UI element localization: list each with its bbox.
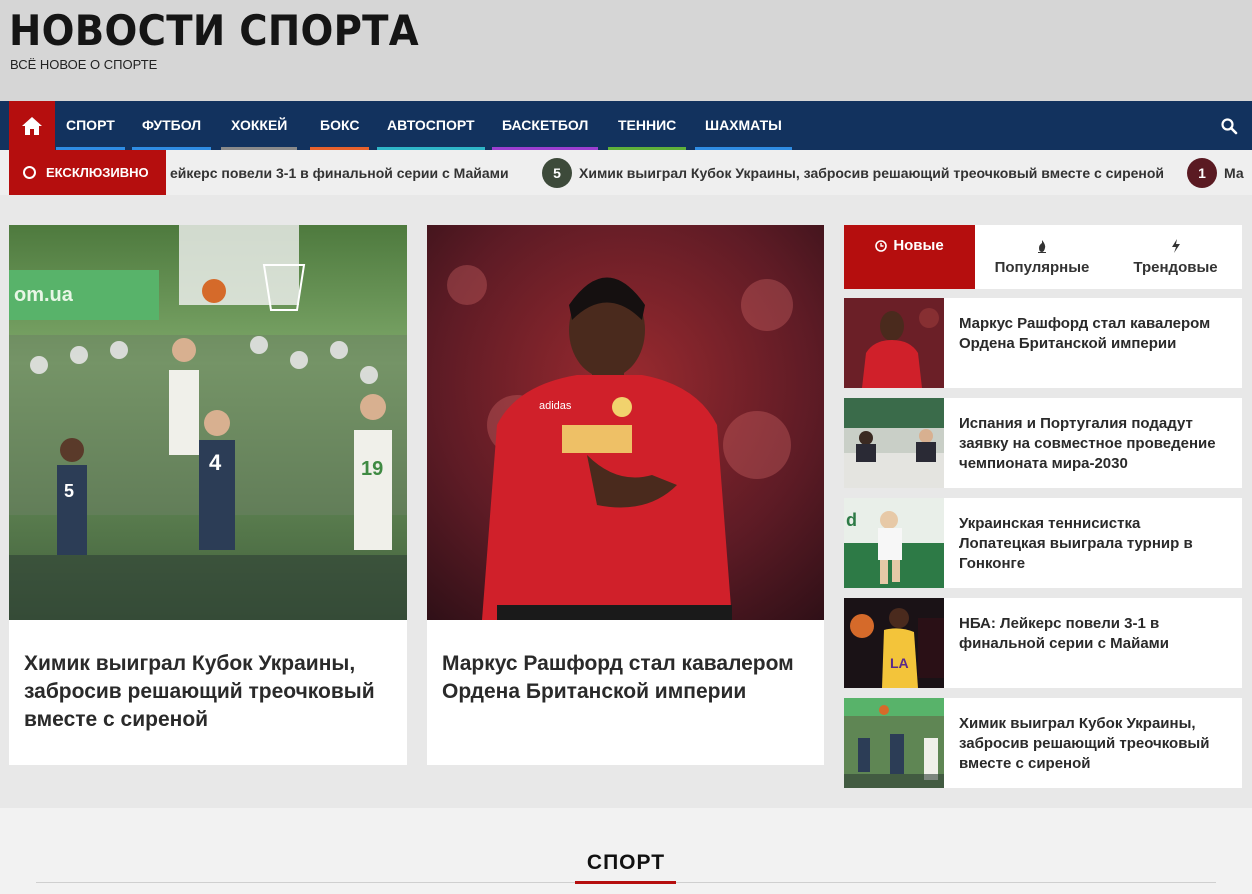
ticker-label-text: ЕКСКЛЮЗИВНО xyxy=(46,165,149,180)
ticker-item[interactable]: 1 Ма xyxy=(1187,150,1244,195)
featured-card-title[interactable]: Химик выиграл Кубок Украины, забросив ре… xyxy=(24,650,394,734)
ticker-item-text: Химик выиграл Кубок Украины, забросив ре… xyxy=(579,164,1165,181)
sidebar-post-title[interactable]: Украинская теннисистка Лопатецкая выигра… xyxy=(959,514,1229,574)
svg-text:LA: LA xyxy=(890,655,909,671)
breaking-ticker: ЕКСКЛЮЗИВНО ейкерс повели 3-1 в финально… xyxy=(0,150,1252,195)
bolt-icon xyxy=(1171,238,1180,253)
featured-card[interactable]: adidas Маркус Рашфорд стал кавалером Орд… xyxy=(427,225,824,765)
tab-popular[interactable]: Популярные xyxy=(975,225,1109,289)
tab-trending[interactable]: Трендовые xyxy=(1109,225,1242,289)
nav-item-tennis[interactable]: ТЕННИС xyxy=(608,101,687,150)
svg-text:4: 4 xyxy=(209,450,222,475)
nav-item-chess[interactable]: ШАХМАТЫ xyxy=(695,101,792,150)
nav-item-hockey[interactable]: ХОККЕЙ xyxy=(221,101,298,150)
nav-item-boxing[interactable]: БОКС xyxy=(310,101,370,150)
tab-label: Трендовые xyxy=(1133,258,1218,276)
section-title[interactable]: СПОРТ xyxy=(0,851,1252,875)
nav-label: ТЕННИС xyxy=(618,117,677,133)
svg-text:adidas: adidas xyxy=(539,400,572,412)
sidebar-post[interactable]: Маркус Рашфорд стал кавалером Ордена Бри… xyxy=(844,298,1242,388)
nba-game-thumb[interactable]: LA xyxy=(844,598,944,688)
sidebar-post[interactable]: LA НБА: Лейкерс повели 3-1 в финальной с… xyxy=(844,598,1242,688)
ticker-item[interactable]: 5 Химик выиграл Кубок Украины, забросив … xyxy=(542,150,1164,195)
nav-label: АВТОСПОРТ xyxy=(387,117,475,133)
clock-icon xyxy=(875,239,888,252)
sidebar-tabs: Новые Популярные Трендовые xyxy=(844,225,1242,289)
nav-label: БОКС xyxy=(320,117,360,133)
sidebar-post[interactable]: Испания и Португалия подадут заявку на с… xyxy=(844,398,1242,488)
nav-label: ШАХМАТЫ xyxy=(705,117,782,133)
sidebar-post-title[interactable]: НБА: Лейкерс повели 3-1 в финальной сери… xyxy=(959,614,1229,654)
tennis-player-thumb[interactable]: d xyxy=(844,498,944,588)
site-title[interactable]: НОВОСТИ СПОРТА xyxy=(9,6,419,55)
nav-item-football[interactable]: ФУТБОЛ xyxy=(132,101,212,150)
nav-label: ХОККЕЙ xyxy=(231,117,288,133)
footballer-thumb[interactable] xyxy=(844,298,944,388)
tab-latest[interactable]: Новые xyxy=(844,225,975,289)
nav-item-motorsport[interactable]: АВТОСПОРТ xyxy=(377,101,485,150)
sidebar-post-title[interactable]: Испания и Португалия подадут заявку на с… xyxy=(959,414,1229,474)
ticker-thumb: 5 xyxy=(542,157,572,188)
nav-item-basketball[interactable]: БАСКЕТБОЛ xyxy=(492,101,599,150)
svg-text:om.ua: om.ua xyxy=(14,284,74,306)
fire-icon xyxy=(1038,239,1046,253)
svg-text:5: 5 xyxy=(64,481,74,501)
nav-label: СПОРТ xyxy=(66,117,115,133)
basketball-thumb[interactable] xyxy=(844,698,944,788)
nav-label: ФУТБОЛ xyxy=(142,117,202,133)
sidebar-post-title[interactable]: Маркус Рашфорд стал кавалером Ордена Бри… xyxy=(959,314,1229,354)
site-tagline: ВСЁ НОВОЕ О СПОРТЕ xyxy=(10,57,158,72)
svg-text:d: d xyxy=(846,510,857,530)
sport-section: СПОРТ xyxy=(0,808,1252,894)
home-icon xyxy=(22,116,42,135)
basketball-game-photo[interactable]: om.ua 4 5 19 xyxy=(9,225,407,620)
section-underline xyxy=(575,881,676,884)
nav-label: БАСКЕТБОЛ xyxy=(502,117,589,133)
tab-label: Популярные xyxy=(994,258,1090,276)
live-ring-icon xyxy=(23,166,36,179)
sidebar-post[interactable]: d Украинская теннисистка Лопатецкая выиг… xyxy=(844,498,1242,588)
svg-text:19: 19 xyxy=(361,458,383,480)
press-conference-thumb[interactable] xyxy=(844,398,944,488)
featured-card-title[interactable]: Маркус Рашфорд стал кавалером Ордена Бри… xyxy=(442,650,812,706)
footballer-red-kit-photo[interactable]: adidas xyxy=(427,225,824,620)
ticker-item[interactable]: ейкерс повели 3-1 в финальной серии с Ма… xyxy=(170,150,509,195)
nav-item-sport[interactable]: СПОРТ xyxy=(56,101,125,150)
tab-label: Новые xyxy=(893,237,944,254)
sidebar-post[interactable]: Химик выиграл Кубок Украины, забросив ре… xyxy=(844,698,1242,788)
sidebar-post-title[interactable]: Химик выиграл Кубок Украины, забросив ре… xyxy=(959,714,1229,774)
home-button[interactable] xyxy=(9,101,55,150)
featured-card[interactable]: om.ua 4 5 19 Химик выиграл Кубок Украины… xyxy=(9,225,407,765)
search-icon[interactable] xyxy=(1220,117,1238,135)
ticker-item-text: ейкерс повели 3-1 в финальной серии с Ма… xyxy=(170,164,509,181)
ticker-label: ЕКСКЛЮЗИВНО xyxy=(9,150,166,195)
ticker-item-text: Ма xyxy=(1224,164,1244,181)
ticker-thumb: 1 xyxy=(1187,157,1217,188)
main-nav: СПОРТ ФУТБОЛ ХОККЕЙ БОКС АВТОСПОРТ БАСКЕ… xyxy=(0,101,1252,150)
site-header: НОВОСТИ СПОРТА ВСЁ НОВОЕ О СПОРТЕ xyxy=(0,0,1252,101)
